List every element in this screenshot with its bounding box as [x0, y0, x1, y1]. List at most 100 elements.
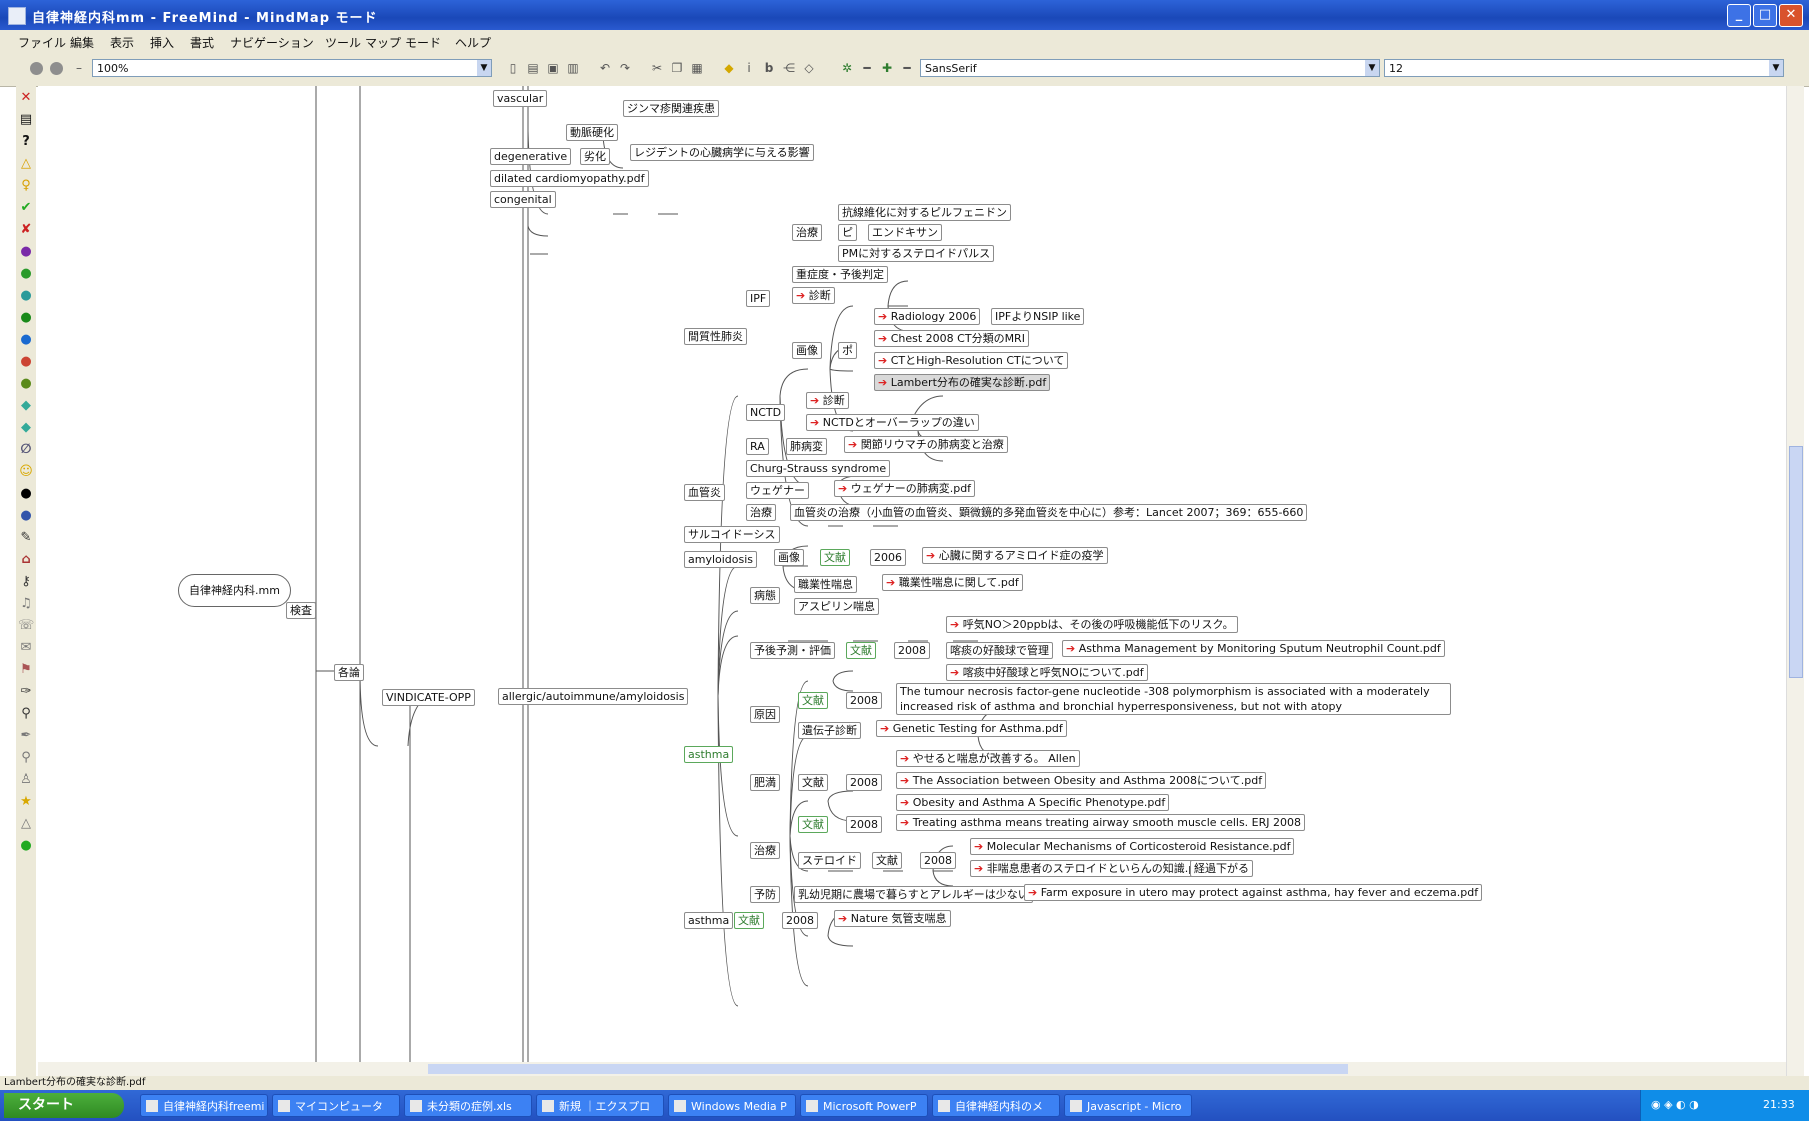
node-asthma-prog2-file[interactable]: Asthma Management by Monitoring Sputum N… — [1062, 640, 1445, 657]
idea-icon[interactable]: ♀ — [18, 178, 34, 194]
node-asthma-gene[interactable]: 遺伝子診断 — [798, 722, 861, 739]
attach-icon[interactable]: ∅ — [18, 442, 34, 458]
paste-icon[interactable]: ▦ — [690, 61, 704, 75]
node-asthma-prog-year[interactable]: 2008 — [894, 642, 930, 659]
star-icon[interactable]: ★ — [18, 794, 34, 810]
root-node[interactable]: 自律神経内科.mm — [178, 574, 291, 607]
font-select[interactable]: SansSerif ▼ — [920, 59, 1380, 77]
delete-all-icon[interactable]: ▤ — [18, 112, 34, 128]
chevron-down-icon[interactable]: ▼ — [477, 60, 491, 76]
node-image[interactable]: 画像 — [792, 342, 822, 359]
node-ref4[interactable]: Lambert分布の確実な診断.pdf — [874, 374, 1051, 391]
green-circle-icon[interactable]: ● — [18, 838, 34, 854]
node-asthma-tx1[interactable]: Treating asthma means treating airway sm… — [896, 814, 1306, 831]
node-asthma-gen2[interactable]: アスピリン喘息 — [794, 598, 879, 615]
node-nctd2[interactable]: NCTDとオーバーラップの違い — [806, 414, 979, 431]
menu-insert[interactable]: 挿入 — [150, 34, 174, 51]
node-degenerative-leaf[interactable]: レジデントの心臓病学に与える影響 — [630, 144, 814, 161]
close-button[interactable]: ✕ — [1779, 4, 1803, 27]
node-amyloid-file[interactable]: 心臓に関するアミロイド症の疫学 — [922, 547, 1108, 564]
node-kekkan[interactable]: 血管炎 — [684, 484, 725, 501]
node-degenerative-child[interactable]: 劣化 — [580, 148, 610, 165]
node-asthma-cause-text[interactable]: The tumour necrosis factor-gene nucleoti… — [896, 683, 1451, 715]
node-sarcoid[interactable]: サルコイドーシス — [684, 526, 780, 543]
scroll-thumb[interactable] — [1789, 446, 1803, 678]
priority-1-icon[interactable]: ● — [18, 244, 34, 260]
menu-mode[interactable]: モード — [405, 34, 441, 51]
node-kekkan-treat[interactable]: 治療 — [746, 504, 776, 521]
plus-icon[interactable]: ✚ — [880, 61, 894, 75]
node-congenital[interactable]: congenital — [490, 191, 556, 208]
italic-icon[interactable]: i — [742, 61, 756, 75]
menu-view[interactable]: 表示 — [110, 34, 134, 51]
node-kekkan-treat-text[interactable]: 血管炎の治療（小血管の血管炎、顕微鏡的多発血管炎を中心に）参考：Lancet 2… — [790, 504, 1308, 521]
node-ra2[interactable]: 関節リウマチの肺病変と治療 — [844, 436, 1008, 453]
node-asthma-obes[interactable]: 肥満 — [750, 774, 780, 791]
node-asthma-prog-tag[interactable]: 文献 — [846, 642, 876, 659]
node-asthma-steroid2[interactable]: 非喘息患者のステロイドといらんの知識.pdf — [970, 860, 1211, 877]
save-as-icon[interactable]: ▥ — [566, 61, 580, 75]
node-dx[interactable]: 診断 — [792, 287, 835, 304]
priority-7-icon[interactable]: ● — [18, 376, 34, 392]
task-item[interactable]: Windows Media P — [668, 1094, 796, 1117]
priority-2-icon[interactable]: ● — [18, 266, 34, 282]
node-vascular[interactable]: vascular — [493, 90, 548, 107]
copy-icon[interactable]: ❐ — [670, 61, 684, 75]
node-allergic[interactable]: allergic/autoimmune/amyloidosis — [498, 688, 689, 705]
node-tx1b[interactable]: ピ — [838, 224, 857, 241]
node-asthma-obes3[interactable]: Obesity and Asthma A Specific Phenotype.… — [896, 794, 1170, 811]
node-asthma-cause-tag[interactable]: 文献 — [798, 692, 828, 709]
task-item[interactable]: Microsoft PowerP — [800, 1094, 928, 1117]
house-icon[interactable]: ⌂ — [18, 552, 34, 568]
node-ref1b[interactable]: IPFよりNSIP like — [991, 308, 1085, 325]
node-risk[interactable]: 重症度・予後判定 — [792, 266, 888, 283]
remove-icon-icon[interactable]: ✕ — [18, 90, 34, 106]
start-button[interactable]: スタート — [4, 1093, 124, 1118]
save-icon[interactable]: ▣ — [546, 61, 560, 75]
person-icon[interactable]: ♙ — [18, 772, 34, 788]
node-asthma[interactable]: asthma — [684, 746, 734, 763]
priority-6-icon[interactable]: ● — [18, 354, 34, 370]
node-asthma-bottom-file[interactable]: Nature 気管支喘息 — [834, 910, 951, 927]
back-arrow-icon[interactable]: ◆ — [18, 398, 34, 414]
menu-navigation[interactable]: ナビゲーション — [230, 34, 314, 51]
node-degenerative[interactable]: degenerative — [490, 148, 572, 165]
forward-arrow-icon[interactable]: ◆ — [18, 420, 34, 436]
black-circle-icon[interactable]: ● — [18, 486, 34, 502]
font-size-select[interactable]: 12 ▼ — [1384, 59, 1784, 77]
check-icon[interactable]: ✔ — [18, 200, 34, 216]
node-asthma-obes-year[interactable]: 2008 — [846, 774, 882, 791]
question-icon[interactable]: ? — [18, 134, 34, 150]
menu-format[interactable]: 書式 — [190, 34, 214, 51]
clock-icon[interactable]: ● — [18, 508, 34, 524]
node-css[interactable]: Churg-Strauss syndrome — [746, 460, 891, 477]
phone-icon[interactable]: ☏ — [18, 618, 34, 634]
magnifier-icon[interactable]: ⚲ — [18, 750, 34, 766]
node-ra1[interactable]: 肺病変 — [786, 438, 827, 455]
task-item[interactable]: マイコンピュータ — [272, 1094, 400, 1117]
node-kensa[interactable]: 検査 — [286, 602, 316, 619]
node-asthma-prog1[interactable]: 呼気NO＞20ppbは、その後の呼吸機能低下のリスク。 — [946, 616, 1238, 633]
node-amyloid-year[interactable]: 2006 — [870, 549, 906, 566]
zoom-select[interactable]: 100% ▼ — [92, 59, 492, 77]
node-ipf[interactable]: IPF — [746, 290, 771, 307]
node-wegener[interactable]: ウェゲナー — [746, 482, 809, 499]
node-nctd1[interactable]: 診断 — [806, 392, 849, 409]
minimize-button[interactable]: _ — [1727, 4, 1751, 27]
key-icon[interactable]: ⚷ — [18, 574, 34, 590]
open-icon[interactable]: ▤ — [526, 61, 540, 75]
cloud-outline-icon[interactable]: ◇ — [802, 61, 816, 75]
node-asthma-prog[interactable]: 予後予測・評価 — [750, 642, 835, 659]
node-kakuron[interactable]: 各論 — [334, 664, 364, 681]
cut-icon[interactable]: ✂ — [650, 61, 664, 75]
node-kouka[interactable]: 動脈硬化 — [566, 124, 618, 141]
node-asthma-obes1[interactable]: やせると喘息が改善する。 Allen — [896, 750, 1080, 767]
node-asthma-other1[interactable]: 乳幼児期に農場で暮らすとアレルギーは少ない — [794, 886, 1033, 903]
priority-4-icon[interactable]: ● — [18, 310, 34, 326]
mindmap-canvas[interactable]: 自律神経内科.mm 検査 各論 VINDICATE-OPP allergic/a… — [38, 86, 1786, 1076]
node-ref1[interactable]: Radiology 2006 — [874, 308, 981, 325]
node-top-child[interactable]: ジンマ疹関連疾患 — [623, 100, 719, 117]
back-icon[interactable] — [30, 62, 43, 75]
menu-tools[interactable]: ツール — [325, 34, 361, 51]
node-amyloid-dx[interactable]: 画像 — [774, 549, 804, 566]
